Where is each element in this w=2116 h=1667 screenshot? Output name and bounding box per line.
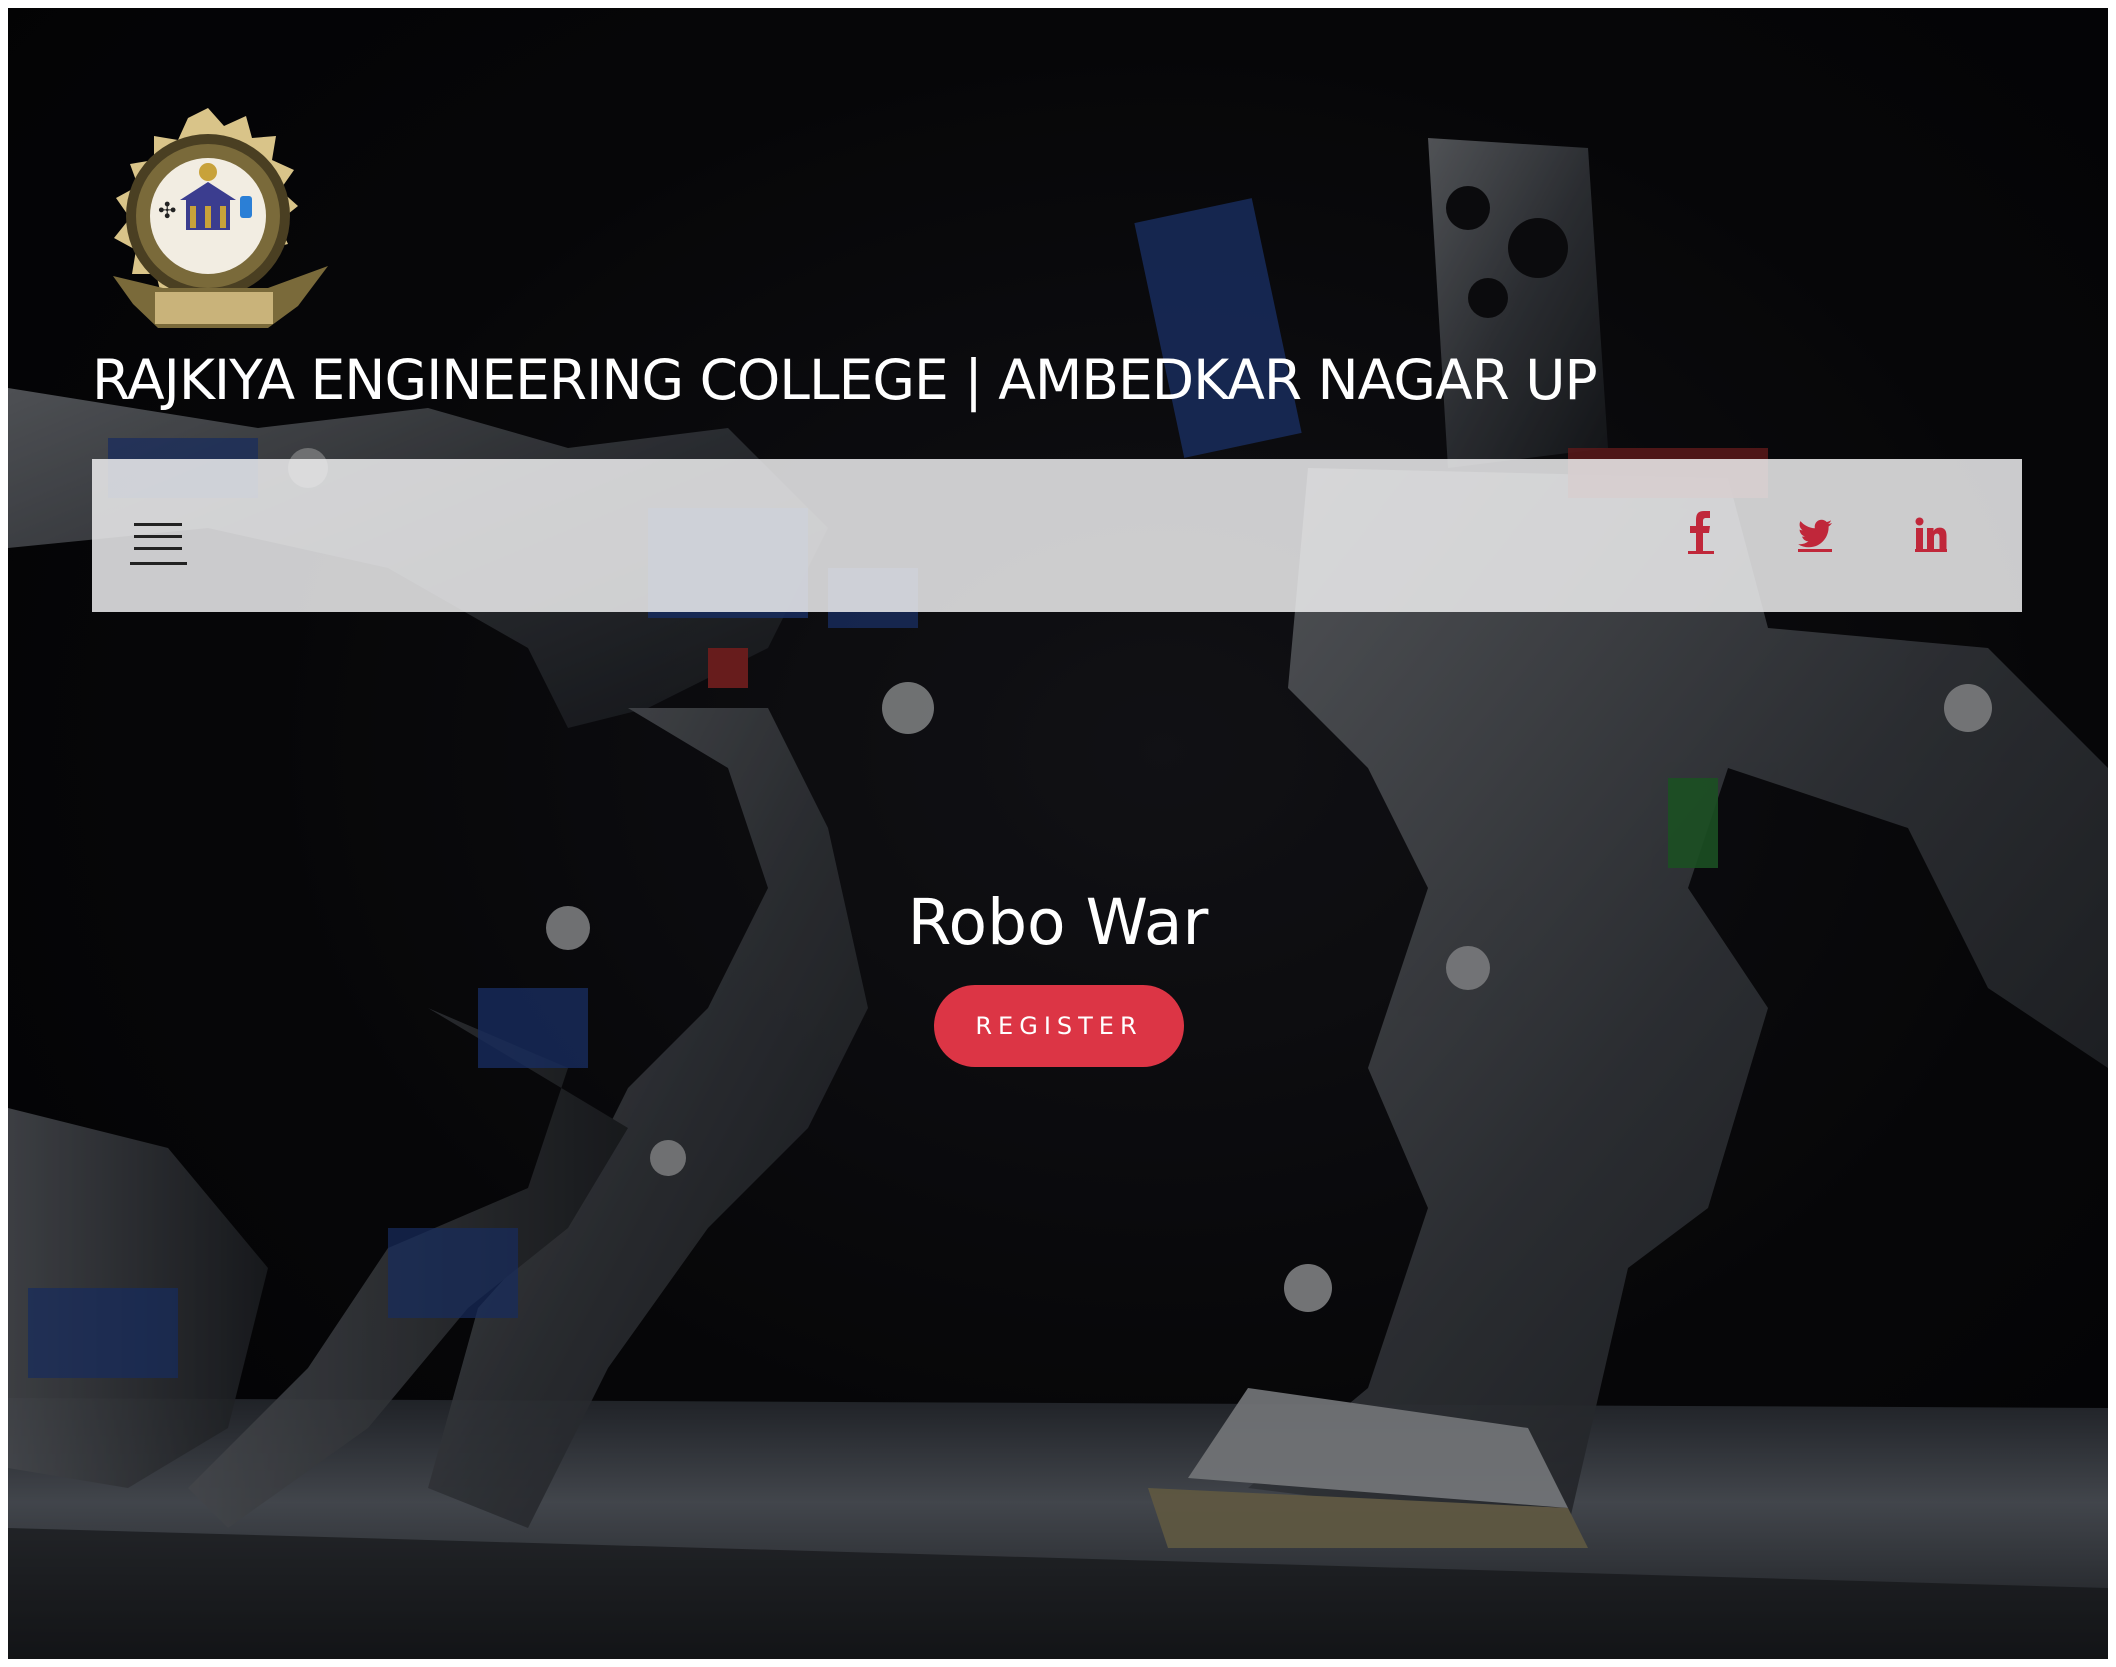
svg-text:✣: ✣ [158, 199, 176, 224]
menu-line [134, 535, 182, 538]
menu-line [134, 523, 182, 526]
linkedin-link[interactable] [1915, 511, 1947, 561]
page-frame: ✣ RAJKIYA ENGINEERING COLLEGE | AMBEDKAR… [8, 8, 2108, 1659]
facebook-icon [1690, 511, 1710, 551]
menu-line [134, 547, 182, 550]
college-logo: ✣ [113, 108, 328, 328]
twitter-icon [1798, 519, 1832, 548]
menu-line [130, 562, 187, 565]
hero-heading: Robo War [907, 886, 1209, 959]
twitter-link[interactable] [1798, 511, 1832, 561]
site-title: RAJKIYA ENGINEERING COLLEGE | AMBEDKAR N… [92, 348, 1598, 412]
navbar [92, 459, 2022, 612]
linkedin-icon [1915, 517, 1947, 549]
hamburger-menu-icon[interactable] [130, 521, 190, 571]
register-button[interactable]: REGISTER [934, 985, 1184, 1067]
facebook-link[interactable] [1688, 511, 1714, 561]
